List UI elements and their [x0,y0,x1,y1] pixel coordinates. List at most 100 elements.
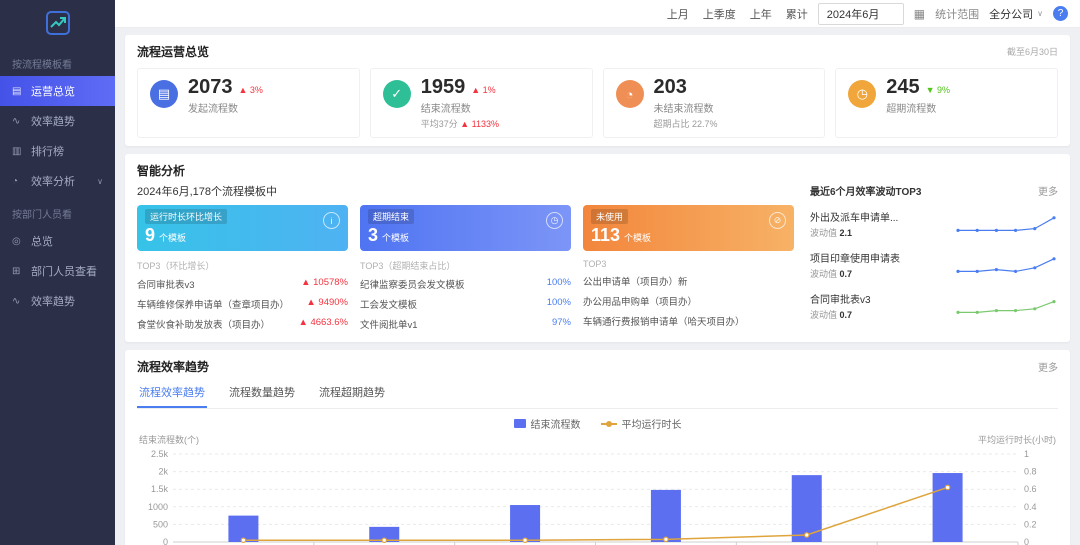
sidebar-item[interactable]: ◔效率分析∨ [0,166,115,196]
svg-text:0: 0 [163,537,168,545]
smart-tile[interactable]: 超期结束3个模板◷ [360,205,571,251]
top3-row[interactable]: 食堂伙食补助发放表（项目办）▲ 4663.6% [137,314,348,334]
sparkline-chart [954,252,1058,278]
smart-tile-unit: 个模板 [382,233,409,243]
fluctuation-name: 项目印章使用申请表 [810,250,946,265]
top3-value: ▲ 4663.6% [298,317,348,331]
kpi-value-row: 245▼ 9% [886,76,950,99]
svg-text:500: 500 [153,519,168,529]
smart-tile[interactable]: 运行时长环比增长9个模板i [137,205,348,251]
tab-active[interactable]: 流程效率趋势 [137,379,207,408]
top3-value: 100% [547,297,571,311]
legend-item[interactable]: 结束流程数 [514,416,581,431]
range-button[interactable]: 上月 [667,6,689,22]
range-button[interactable]: 上年 [750,6,772,22]
trend-icon: ∿ [12,116,24,127]
top3-row[interactable]: 文件阅批单v197% [360,314,571,334]
fluctuation-panel: 最近6个月效率波动TOP3 更多 外出及派车申请单...波动值 2.1 项目印章使… [810,183,1058,334]
scope-value: 全分公司 [989,6,1033,22]
tab-item[interactable]: 流程超期趋势 [317,379,387,408]
scope-label: 统计范围 [935,6,979,22]
sidebar-item[interactable]: ◎ 总览 [0,226,115,256]
trend-title: 流程效率趋势 [137,358,209,375]
smart-title: 智能分析 [137,162,185,179]
unused-icon: ⊘ [769,212,786,229]
range-button[interactable]: 累计 [786,6,808,22]
right-axis-title: 平均运行时长(小时) [978,433,1056,446]
range-button[interactable]: 上季度 [703,6,736,22]
kpi-value-row: 1959▲ 1% [421,76,499,99]
sidebar-nav-people: ◎ 总览 ⊞部门人员查看∿效率趋势 [0,226,115,316]
kpi-tile: ✓1959▲ 1%结束流程数平均37分 ▲ 1133% [370,68,593,138]
fluctuation-metric: 波动值 2.1 [810,226,946,239]
top3-row[interactable]: 车辆维修保养申请单（查章项目办） ▲ 9490% [137,294,348,314]
smart-tile-tag: 未使用 [591,209,628,224]
main-area: 上月上季度上年累计 2024年6月 ▦ 统计范围 全分公司 ∨ ? 流程运营总览… [115,0,1080,545]
svg-text:1000: 1000 [148,502,168,512]
sidebar-item[interactable]: ▤运营总览 [0,76,115,106]
svg-text:0: 0 [1024,537,1029,545]
tab-item[interactable]: 流程数量趋势 [227,379,297,408]
fluctuation-item[interactable]: 外出及派车申请单...波动值 2.1 [810,209,1058,239]
smart-column: 未使用113个模板⊘TOP3公出申请单（项目办）新办公用品申购单（项目办）车辆通… [583,205,794,334]
svg-text:0.6: 0.6 [1024,484,1037,494]
top3-row[interactable]: 公出申请单（项目办）新 [583,271,794,291]
top3-row[interactable]: 车辆通行费报销申请单（哈天项目办） [583,311,794,331]
sidebar: 按流程模板看 ▤运营总览∿效率趋势▥排行榜◔效率分析∨ 按部门人员看 ◎总览⊞部… [0,0,115,545]
top3-value: ▲ 9490% [306,297,348,311]
app-logo[interactable] [0,0,115,46]
scope-select[interactable]: 全分公司 ∨ [989,6,1043,22]
trend-icon: ∿ [12,296,24,307]
smart-subtitle: 2024年6月,178个流程模板中 [137,183,794,199]
top3-name: 工会发文模板 [360,297,417,311]
smart-tile[interactable]: 未使用113个模板⊘ [583,205,794,251]
smart-tile-unit: 个模板 [624,233,651,243]
kpi-body: 245▼ 9%超期流程数 [886,76,950,115]
document-icon: ▤ [150,80,178,108]
top3-row[interactable]: 办公用品申购单（项目办） [583,291,794,311]
fluctuation-info: 合同审批表v3波动值 0.7 [810,291,946,321]
help-icon[interactable]: ? [1053,6,1068,21]
sidebar-item-label: 总览 [31,233,53,249]
kpi-row: ▤2073▲ 3%发起流程数✓1959▲ 1%结束流程数平均37分 ▲ 1133… [137,68,1058,138]
top3-value: 100% [547,277,571,291]
summary-icon: ◎ [12,236,24,247]
fluctuation-item[interactable]: 项目印章使用申请表波动值 0.7 [810,250,1058,280]
sidebar-item[interactable]: ∿效率趋势 [0,106,115,136]
date-picker[interactable]: 2024年6月 [818,3,904,25]
sidebar-item[interactable]: ▥排行榜 [0,136,115,166]
kpi-tile: ▤2073▲ 3%发起流程数 [137,68,360,138]
sidebar-item[interactable]: ∿效率趋势 [0,286,115,316]
calendar-icon[interactable]: ▦ [914,7,925,21]
top3-row[interactable]: 合同审批表v3▲ 10578% [137,274,348,294]
kpi-value: 203 [654,76,687,99]
kpi-label: 超期流程数 [886,100,950,115]
kpi-value-row: 2073▲ 3% [188,76,263,99]
fluctuation-item[interactable]: 合同审批表v3波动值 0.7 [810,291,1058,321]
kpi-tile: ◔203未结束流程数超期占比 22.7% [603,68,826,138]
trend-chart[interactable]: 005000.210000.41.5k0.62k0.82.5k12024年1月2… [137,446,1058,545]
chevron-down-icon: ∨ [97,177,103,186]
top3-name: 合同审批表v3 [137,277,195,291]
dashboard-icon: ▤ [12,86,24,97]
kpi-label: 未结束流程数 [654,100,718,115]
legend-item[interactable]: 平均运行时长 [601,416,682,431]
people-icon: ⊞ [12,266,24,277]
top3-row[interactable]: 工会发文模板 100% [360,294,571,314]
top3-name: 车辆维修保养申请单（查章项目办） [137,297,289,311]
top3-header: TOP3 [583,259,794,269]
svg-text:1.5k: 1.5k [151,484,169,494]
smart-left: 2024年6月,178个流程模板中 运行时长环比增长9个模板iTOP3（环比增长… [137,183,794,334]
legend-line-swatch [601,423,617,425]
sidebar-item[interactable]: ⊞部门人员查看 [0,256,115,286]
top3-row[interactable]: 纪律监察委员会发文模板100% [360,274,571,294]
svg-text:2.5k: 2.5k [151,449,169,459]
clock-icon: ◷ [546,212,563,229]
fluctuation-more-link[interactable]: 更多 [1038,183,1058,198]
trend-more-link[interactable]: 更多 [1038,359,1058,374]
top3-name: 车辆通行费报销申请单（哈天项目办） [583,314,745,328]
fluctuation-title: 最近6个月效率波动TOP3 [810,183,922,198]
kpi-value: 1959 [421,76,466,99]
sidebar-section-templates: 按流程模板看 [0,46,115,76]
fluctuation-metric: 波动值 0.7 [810,267,946,280]
